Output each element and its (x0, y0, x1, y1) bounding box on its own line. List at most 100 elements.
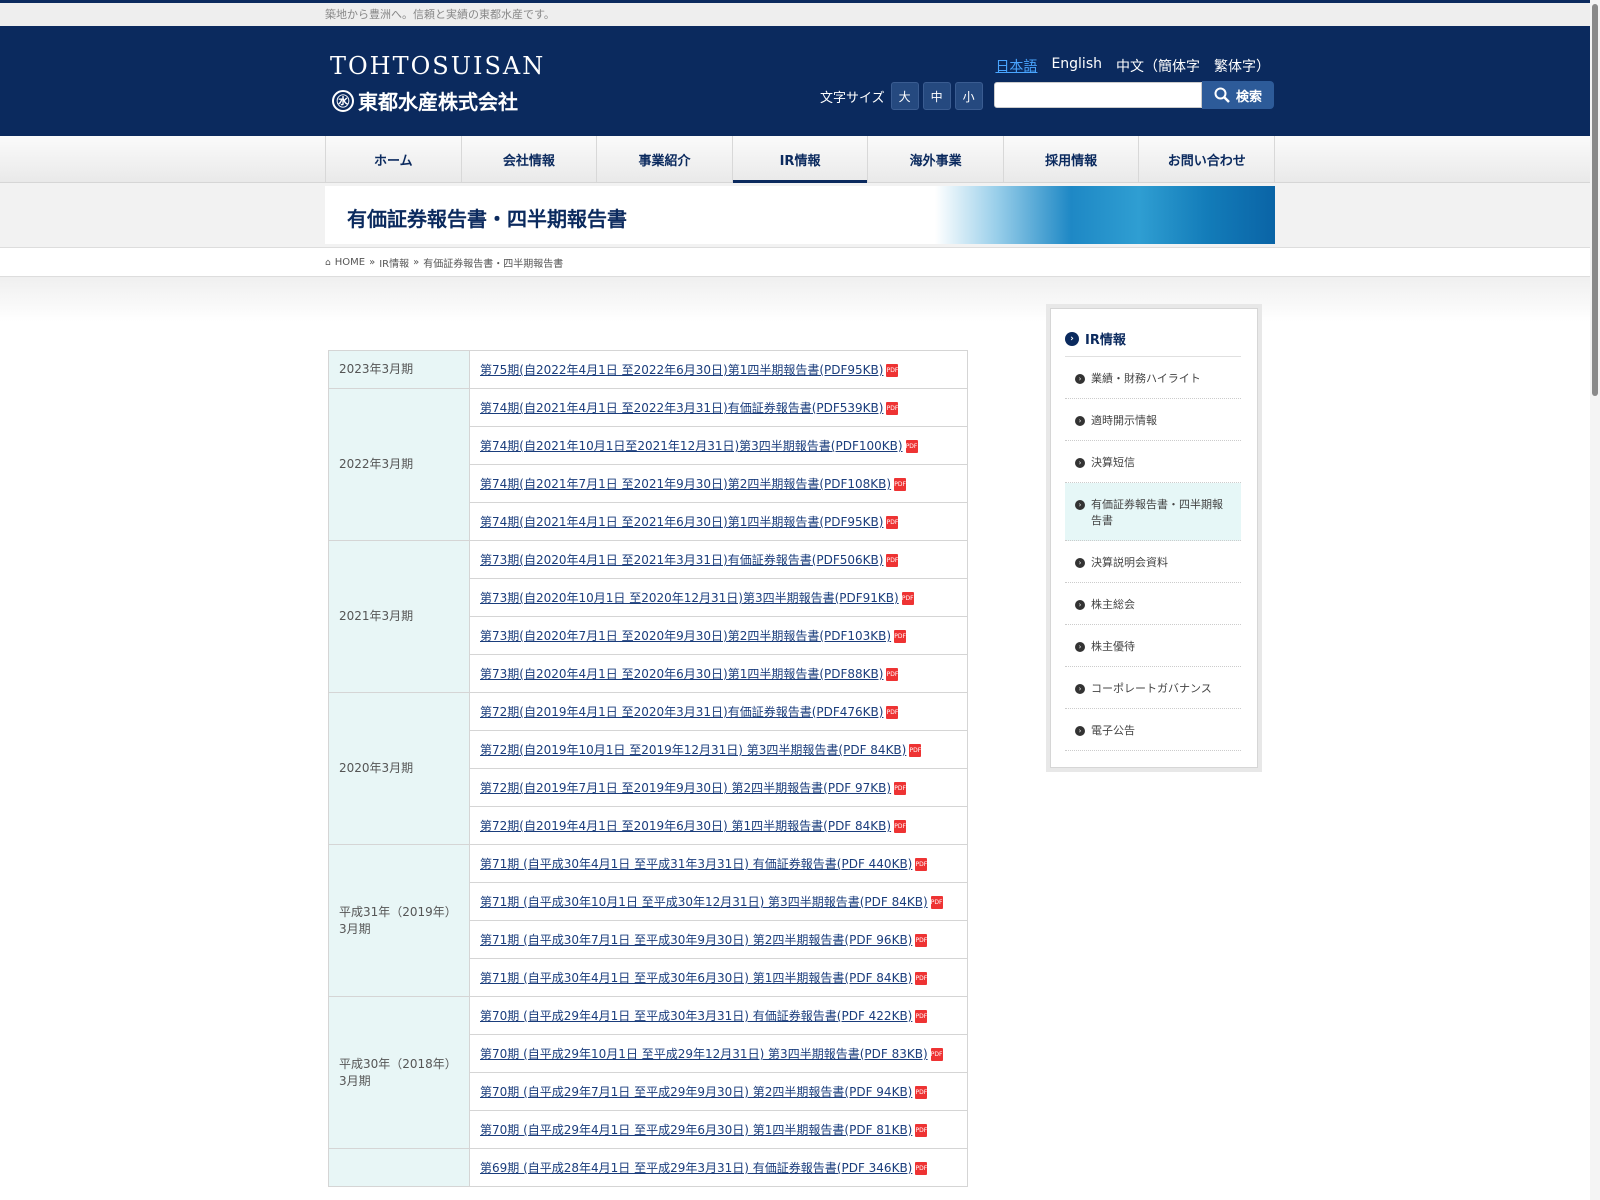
report-link[interactable]: 第74期(自2021年10月1日至2021年12月31日)第3四半期報告書(PD… (480, 439, 903, 453)
report-link[interactable]: 第71期 (自平成30年10月1日 至平成30年12月31日) 第3四半期報告書… (480, 895, 928, 909)
sidebar-item-label: 株主優待 (1091, 640, 1135, 653)
sidebar-item-briefing[interactable]: › 決算説明会資料 (1065, 541, 1241, 583)
search-icon (1214, 87, 1230, 103)
pdf-icon: PDF (909, 744, 922, 757)
nav-company[interactable]: 会社情報 (460, 136, 597, 182)
pdf-icon: PDF (915, 1162, 928, 1175)
chevron-right-icon: › (1075, 374, 1085, 384)
sidebar-item-public-notice[interactable]: › 電子公告 (1065, 709, 1241, 751)
pdf-icon: PDF (915, 1124, 928, 1137)
lang-english-link[interactable]: English (1051, 56, 1102, 76)
doc-cell: 第71期 (自平成30年4月1日 至平成30年6月30日) 第1四半期報告書(P… (469, 958, 968, 997)
pdf-icon: PDF (915, 1086, 928, 1099)
reports-table: 2023年3月期 第75期(自2022年4月1日 至2022年6月30日)第1四… (328, 350, 968, 1187)
sidebar-item-earnings[interactable]: › 決算短信 (1065, 441, 1241, 483)
chevron-right-icon: › (1075, 600, 1085, 610)
report-link[interactable]: 第74期(自2021年4月1日 至2021年6月30日)第1四半期報告書(PDF… (480, 515, 883, 529)
sidebar-item-reports[interactable]: › 有価証券報告書・四半期報告書 (1065, 483, 1241, 541)
pdf-icon: PDF (930, 1048, 943, 1061)
doc-cell: 第74期(自2021年4月1日 至2021年6月30日)第1四半期報告書(PDF… (469, 502, 968, 541)
sidebar-title[interactable]: › IR情報 (1065, 319, 1241, 357)
sidebar-item-label: 業績・財務ハイライト (1091, 372, 1201, 385)
doc-cell: 第69期 (自平成28年4月1日 至平成29年3月31日) 有価証券報告書(PD… (469, 1148, 968, 1187)
search-button[interactable]: 検索 (1202, 81, 1274, 109)
sidebar-item-shareholders-meeting[interactable]: › 株主総会 (1065, 583, 1241, 625)
search-button-label: 検索 (1235, 89, 1262, 105)
table-row: 平成30年（2018年）3月期 第70期 (自平成29年4月1日 至平成30年3… (328, 996, 968, 1149)
nav-contact[interactable]: お問い合わせ (1138, 136, 1276, 182)
content-top-gradient (0, 277, 1600, 322)
report-link[interactable]: 第70期 (自平成29年10月1日 至平成29年12月31日) 第3四半期報告書… (480, 1047, 928, 1061)
sidebar-item-governance[interactable]: › コーポレートガバナンス (1065, 667, 1241, 709)
table-row: 第69期 (自平成28年4月1日 至平成29年3月31日) 有価証券報告書(PD… (328, 1148, 968, 1187)
report-link[interactable]: 第69期 (自平成28年4月1日 至平成29年3月31日) 有価証券報告書(PD… (480, 1161, 912, 1175)
nav-overseas[interactable]: 海外事業 (867, 136, 1003, 182)
pdf-icon: PDF (894, 478, 907, 491)
sidebar-item-label: コーポレートガバナンス (1091, 682, 1212, 695)
period-cell: 2021年3月期 (328, 540, 470, 693)
report-link[interactable]: 第74期(自2021年7月1日 至2021年9月30日)第2四半期報告書(PDF… (480, 477, 891, 491)
logo-english[interactable]: TOHTOSUISAN (330, 52, 545, 80)
report-link[interactable]: 第72期(自2019年10月1日 至2019年12月31日) 第3四半期報告書(… (480, 743, 906, 757)
water-banner-image (935, 186, 1275, 244)
report-link[interactable]: 第70期 (自平成29年4月1日 至平成29年6月30日) 第1四半期報告書(P… (480, 1123, 912, 1137)
pdf-icon: PDF (886, 516, 899, 529)
pdf-icon: PDF (930, 896, 943, 909)
report-link[interactable]: 第72期(自2019年4月1日 至2020年3月31日)有価証券報告書(PDF4… (480, 705, 883, 719)
lang-japanese-link[interactable]: 日本語 (995, 56, 1037, 76)
logo-japanese[interactable]: ㊌ 東都水産株式会社 (332, 86, 518, 115)
doc-cell: 第71期 (自平成30年4月1日 至平成31年3月31日) 有価証券報告書(PD… (469, 844, 968, 883)
report-link[interactable]: 第70期 (自平成29年7月1日 至平成29年9月30日) 第2四半期報告書(P… (480, 1085, 912, 1099)
report-link[interactable]: 第73期(自2020年10月1日 至2020年12月31日)第3四半期報告書(P… (480, 591, 899, 605)
doc-cell: 第72期(自2019年7月1日 至2019年9月30日) 第2四半期報告書(PD… (469, 768, 968, 807)
report-link[interactable]: 第71期 (自平成30年4月1日 至平成31年3月31日) 有価証券報告書(PD… (480, 857, 912, 871)
doc-cell: 第73期(自2020年4月1日 至2020年6月30日)第1四半期報告書(PDF… (469, 654, 968, 693)
breadcrumb-separator: » (413, 257, 420, 268)
breadcrumb-home[interactable]: HOME (335, 257, 365, 268)
report-link[interactable]: 第73期(自2020年7月1日 至2020年9月30日)第2四半期報告書(PDF… (480, 629, 891, 643)
search-input[interactable] (994, 82, 1202, 108)
report-link[interactable]: 第73期(自2020年4月1日 至2020年6月30日)第1四半期報告書(PDF… (480, 667, 883, 681)
report-link[interactable]: 第72期(自2019年7月1日 至2019年9月30日) 第2四半期報告書(PD… (480, 781, 891, 795)
nav-recruit[interactable]: 採用情報 (1002, 136, 1139, 182)
report-link[interactable]: 第75期(自2022年4月1日 至2022年6月30日)第1四半期報告書(PDF… (480, 363, 883, 377)
nav-business[interactable]: 事業紹介 (596, 136, 732, 182)
sidebar-item-benefits[interactable]: › 株主優待 (1065, 625, 1241, 667)
lang-chinese-traditional-link[interactable]: 繁体字） (1214, 56, 1270, 76)
site-search: 検索 (994, 81, 1274, 109)
table-row: 2022年3月期 第74期(自2021年4月1日 至2022年3月31日)有価証… (328, 388, 968, 541)
table-row: 2020年3月期 第72期(自2019年4月1日 至2020年3月31日)有価証… (328, 692, 968, 845)
page-scrollbar[interactable] (1590, 0, 1600, 1200)
sidebar-item-disclosure[interactable]: › 適時開示情報 (1065, 399, 1241, 441)
report-link[interactable]: 第73期(自2020年4月1日 至2021年3月31日)有価証券報告書(PDF5… (480, 553, 883, 567)
report-link[interactable]: 第71期 (自平成30年7月1日 至平成30年9月30日) 第2四半期報告書(P… (480, 933, 912, 947)
page-title: 有価証券報告書・四半期報告書 (347, 207, 627, 231)
breadcrumb-ir[interactable]: IR情報 (379, 255, 409, 270)
font-size-large-button[interactable]: 大 (890, 82, 919, 110)
chevron-right-icon: › (1075, 458, 1085, 468)
lang-chinese-simplified-link[interactable]: 中文（簡体字 (1116, 56, 1200, 76)
breadcrumb-bar: ⌂ HOME » IR情報 » 有価証券報告書・四半期報告書 (0, 248, 1600, 277)
chevron-right-icon: › (1075, 726, 1085, 736)
site-header: TOHTOSUISAN ㊌ 東都水産株式会社 日本語 English 中文（簡体… (0, 26, 1600, 136)
nav-home[interactable]: ホーム (325, 136, 461, 182)
report-link[interactable]: 第71期 (自平成30年4月1日 至平成30年6月30日) 第1四半期報告書(P… (480, 971, 912, 985)
doc-cell: 第73期(自2020年10月1日 至2020年12月31日)第3四半期報告書(P… (469, 578, 968, 617)
scrollbar-thumb[interactable] (1592, 4, 1598, 396)
logo-japanese-text: 東都水産株式会社 (358, 90, 518, 114)
font-size-medium-button[interactable]: 中 (922, 82, 951, 110)
breadcrumb: ⌂ HOME » IR情報 » 有価証券報告書・四半期報告書 (325, 255, 563, 270)
report-link[interactable]: 第72期(自2019年4月1日 至2019年6月30日) 第1四半期報告書(PD… (480, 819, 891, 833)
sidebar-item-highlights[interactable]: › 業績・財務ハイライト (1065, 357, 1241, 399)
global-nav: ホーム 会社情報 事業紹介 IR情報 海外事業 採用情報 お問い合わせ (0, 136, 1600, 183)
report-link[interactable]: 第70期 (自平成29年4月1日 至平成30年3月31日) 有価証券報告書(PD… (480, 1009, 912, 1023)
doc-cell: 第74期(自2021年10月1日至2021年12月31日)第3四半期報告書(PD… (469, 426, 968, 465)
nav-ir[interactable]: IR情報 (731, 136, 868, 183)
period-cell: 2022年3月期 (328, 388, 470, 541)
sidebar-title-text: IR情報 (1085, 333, 1126, 348)
doc-cell: 第73期(自2020年7月1日 至2020年9月30日)第2四半期報告書(PDF… (469, 616, 968, 655)
report-link[interactable]: 第74期(自2021年4月1日 至2022年3月31日)有価証券報告書(PDF5… (480, 401, 883, 415)
font-size-small-button[interactable]: 小 (954, 82, 983, 110)
sidebar-item-label: 決算短信 (1091, 456, 1135, 469)
pdf-icon: PDF (886, 364, 899, 377)
